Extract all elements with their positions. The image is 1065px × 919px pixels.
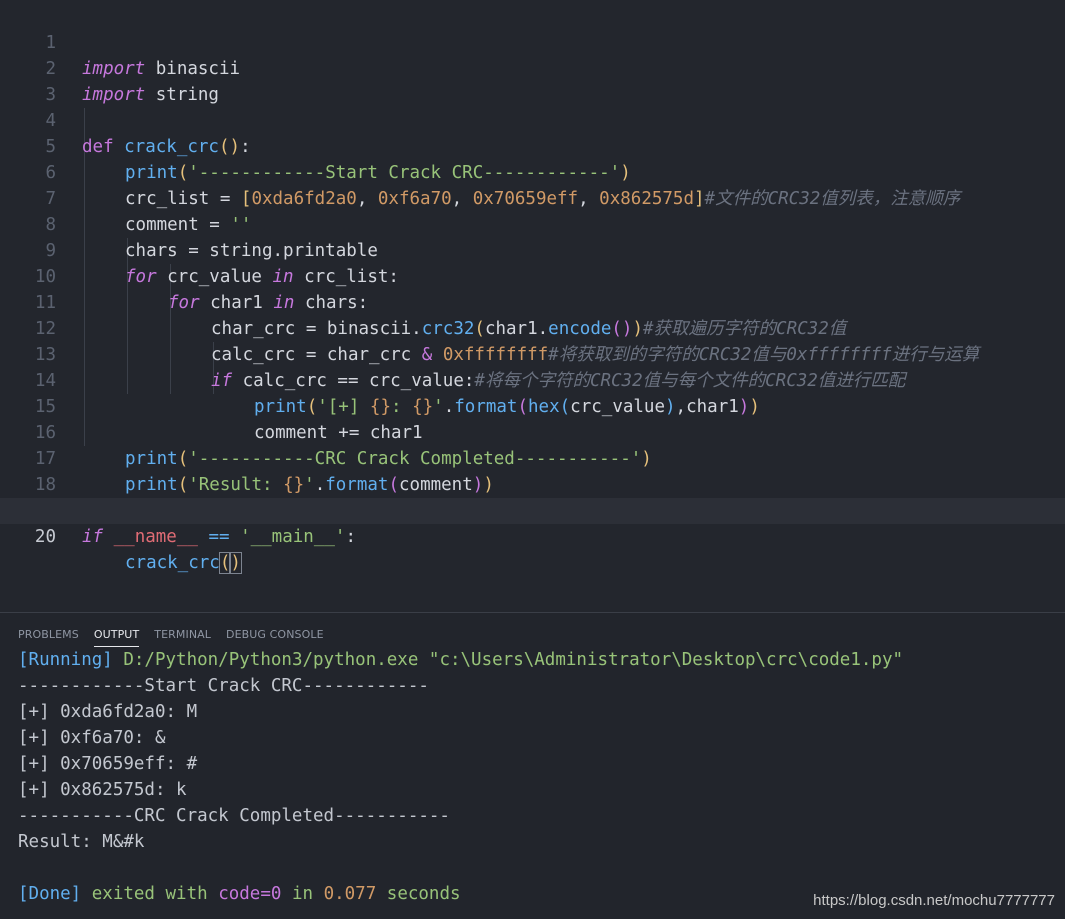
output-line: [Running] D:/Python/Python3/python.exe "… [18,650,904,670]
code-line[interactable]: 14 print('[+] {}: {}'.format(hex(crc_val… [0,342,1065,417]
output-line: Result: M&#k [18,832,145,852]
code-line[interactable]: 4 def crack_crc(): [0,82,1065,157]
output-line: [+] 0x862575d: k [18,780,187,800]
line-code[interactable]: if __name__ == '__main__': [82,524,356,550]
code-line[interactable]: 19 if __name__ == '__main__': [0,472,1065,547]
tab-debug-console[interactable]: DEBUG CONSOLE [226,628,324,646]
code-line[interactable]: 18 [0,446,1065,495]
code-line[interactable]: 5 print('------------Start Crack CRC----… [0,108,1065,183]
code-line[interactable]: 11 char_crc = binascii.crc32(char1.encod… [0,264,1065,339]
code-line[interactable]: 16 print('-----------CRC Crack Completed… [0,394,1065,469]
tab-problems[interactable]: PROBLEMS [18,628,79,646]
code-line[interactable]: 8 chars = string.printable [0,186,1065,261]
code-line[interactable]: 1 import binascii [0,4,1065,79]
code-line[interactable]: 9 for crc_value in crc_list: [0,212,1065,287]
output-line: -----------CRC Crack Completed----------… [18,806,450,826]
code-line-current[interactable]: 20 crack_crc() [0,498,1065,574]
code-line[interactable]: 17 print('Result: {}'.format(comment)) [0,420,1065,495]
bracket-match: ( [218,552,232,574]
code-line[interactable]: 6 crc_list = [0xda6fd2a0, 0xf6a70, 0x706… [0,134,1065,209]
panel-tabs: PROBLEMS OUTPUT TERMINAL DEBUG CONSOLE [18,623,339,647]
code-line[interactable]: 12 calc_crc = char_crc & 0xffffffff#将获取到… [0,290,1065,365]
bottom-panel: PROBLEMS OUTPUT TERMINAL DEBUG CONSOLE [Run… [0,613,1065,919]
line-code[interactable]: crack_crc() [125,550,242,576]
bracket-match: ) [229,552,242,574]
output-line: [+] 0xda6fd2a0: M [18,702,198,722]
output-line: ------------Start Crack CRC------------ [18,676,429,696]
tab-output[interactable]: OUTPUT [93,628,140,647]
code-line[interactable]: 10 for char1 in chars: [0,238,1065,313]
code-line[interactable]: 3 [0,56,1065,105]
watermark: https://blog.csdn.net/mochu7777777 [813,892,1055,909]
code-line[interactable]: 7 comment = '' [0,160,1065,235]
tab-terminal[interactable]: TERMINAL [154,628,211,646]
code-line[interactable]: 13 if calc_crc == crc_value:#将每个字符的CRC32… [0,316,1065,391]
code-line[interactable]: 2 import string [0,30,1065,105]
code-editor[interactable]: 1 import binascii 2 import string 3 4 de… [0,0,1065,612]
line-number: 20 [34,527,56,547]
code-line[interactable]: 15 comment += char1 [0,368,1065,443]
output-line: [+] 0xf6a70: & [18,728,166,748]
output-line: [+] 0x70659eff: # [18,754,198,774]
